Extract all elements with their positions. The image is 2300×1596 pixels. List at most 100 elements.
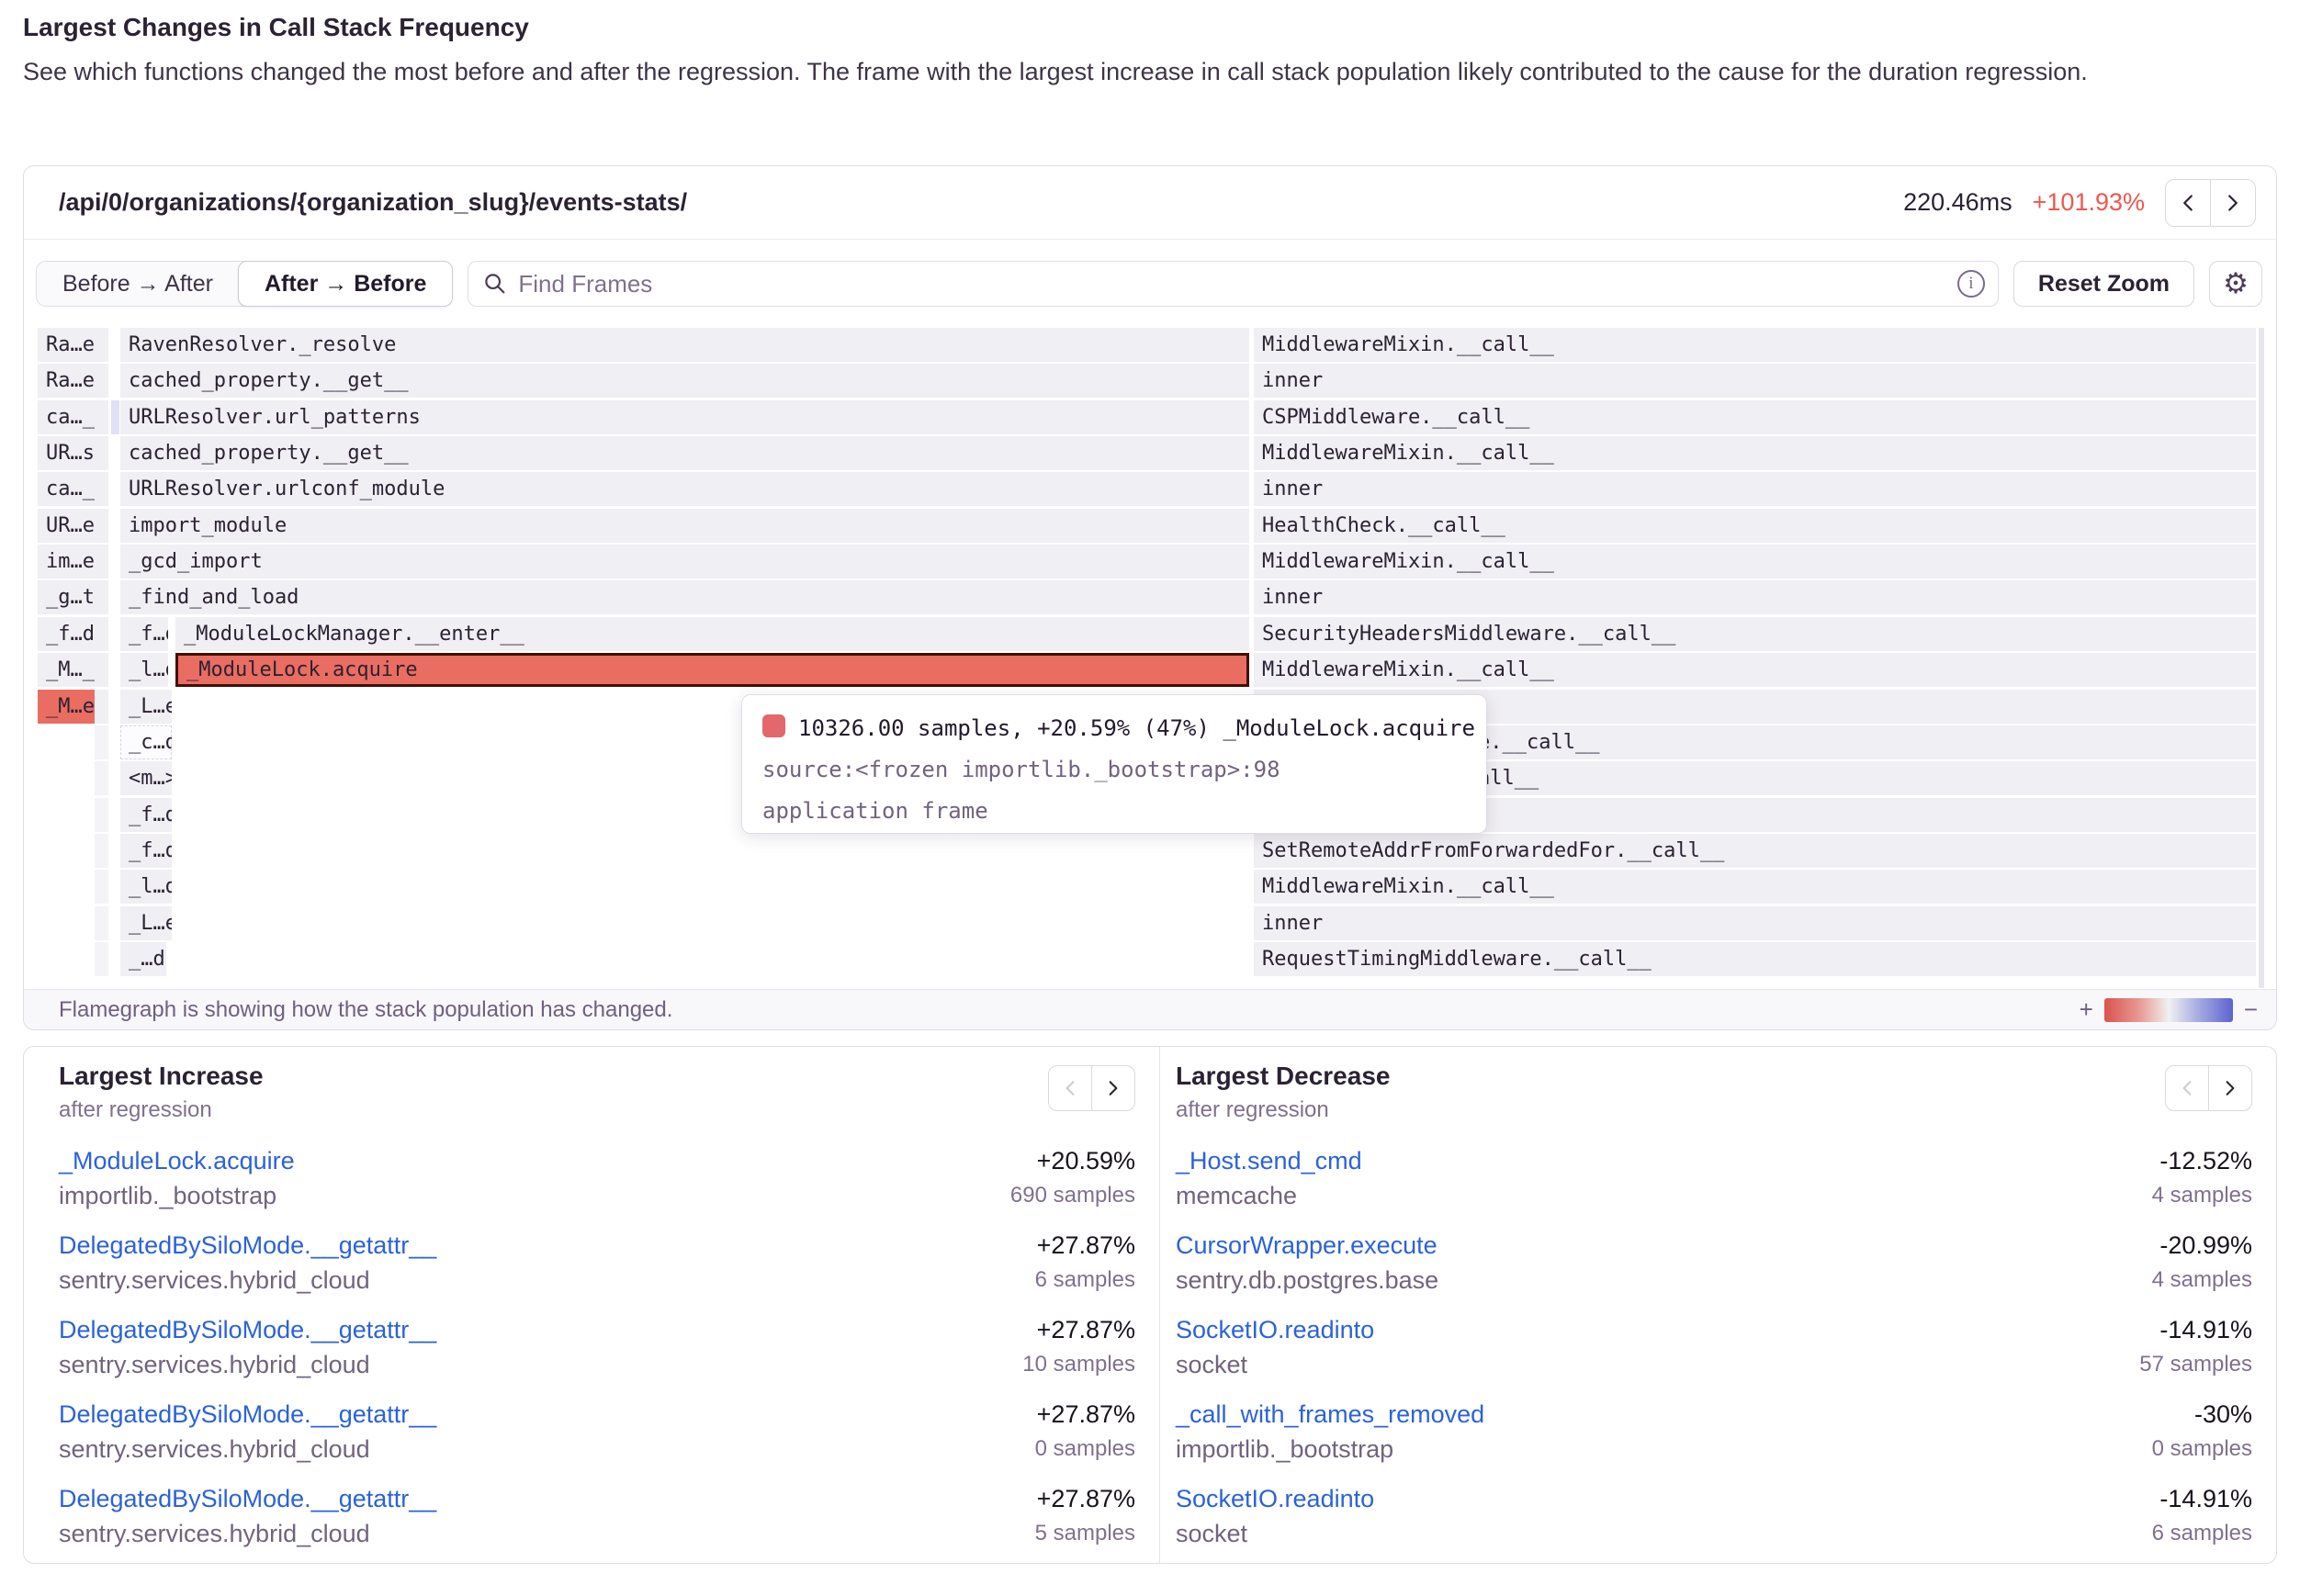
flame-frame[interactable]: _ModuleLock.acquire <box>175 653 1249 687</box>
page-description: See which functions changed the most bef… <box>23 53 2191 91</box>
increase-pager <box>1048 1065 1135 1111</box>
tooltip-frame-type: application frame <box>762 791 1466 832</box>
flame-frame[interactable]: SecurityHeadersMiddleware.__call__ <box>1254 617 2256 651</box>
flame-frame[interactable] <box>95 942 108 976</box>
function-link[interactable]: _Host.send_cmd <box>1176 1147 1362 1175</box>
gear-icon[interactable]: ⚙ <box>2209 261 2262 307</box>
flame-frame[interactable]: _…d <box>120 942 166 976</box>
flame-frame[interactable] <box>95 436 108 470</box>
flame-frame[interactable]: inner <box>1254 472 2256 506</box>
flame-frame[interactable] <box>95 545 108 579</box>
flame-frame[interactable] <box>95 725 108 759</box>
flame-frame[interactable] <box>111 400 119 434</box>
reset-zoom-button[interactable]: Reset Zoom <box>2013 261 2194 307</box>
flame-frame[interactable]: URLResolver.url_patterns <box>120 400 1249 434</box>
flame-frame[interactable]: MiddlewareMixin.__call__ <box>1254 653 2256 687</box>
flame-frame[interactable]: _g…t <box>38 580 95 614</box>
flame-frame[interactable]: _l…d <box>120 870 172 904</box>
function-change-item: _ModuleLock.acquireimportlib._bootstrap+… <box>59 1147 1135 1210</box>
toggle-after-before[interactable]: After → Before <box>238 261 453 307</box>
flame-frame[interactable]: _f…d <box>38 617 95 651</box>
flamegraph-viewport[interactable]: RequestTimingMiddleware.__call__ _…d inner… <box>25 328 2275 988</box>
flame-frame[interactable] <box>95 653 108 687</box>
function-module: importlib._bootstrap <box>1176 1435 1484 1464</box>
flame-frame[interactable]: _l…d <box>120 653 168 687</box>
function-link[interactable]: DelegatedBySiloMode.__getattr__ <box>59 1485 436 1513</box>
flame-frame[interactable]: cached_property.__get__ <box>120 364 1249 398</box>
function-link[interactable]: SocketIO.readinto <box>1176 1316 1374 1344</box>
find-frames-input[interactable] <box>518 270 1946 298</box>
next-profile-button[interactable] <box>2210 179 2256 227</box>
flame-frame[interactable]: MiddlewareMixin.__call__ <box>1254 545 2256 579</box>
flame-frame[interactable]: MiddlewareMixin.__call__ <box>1254 870 2256 904</box>
flame-frame[interactable]: ca…_ <box>38 400 95 434</box>
flame-frame[interactable]: _L…e <box>120 906 172 940</box>
flame-frame[interactable] <box>95 834 108 868</box>
toggle-before-after[interactable]: Before → After <box>37 261 239 307</box>
flame-frame[interactable]: CSPMiddleware.__call__ <box>1254 400 2256 434</box>
function-link[interactable]: DelegatedBySiloMode.__getattr__ <box>59 1231 436 1260</box>
flame-frame[interactable] <box>95 364 108 398</box>
function-link[interactable]: CursorWrapper.execute <box>1176 1231 1438 1260</box>
regression-percent: +101.93% <box>2033 188 2145 217</box>
flame-frame[interactable] <box>95 328 108 362</box>
flame-frame[interactable]: _gcd_import <box>120 545 1249 579</box>
flamegraph-scrollbar[interactable] <box>2259 328 2264 988</box>
largest-decrease-section: Largest Decrease after regression _Host.… <box>1159 1047 2276 1563</box>
flame-frame[interactable]: UR…s <box>38 436 95 470</box>
flame-frame[interactable]: MiddlewareMixin.__call__ <box>1254 436 2256 470</box>
flame-frame[interactable]: RavenResolver._resolve <box>120 328 1249 362</box>
flame-frame[interactable]: <m…> <box>120 761 172 795</box>
flame-frame[interactable] <box>95 690 108 724</box>
flame-frame[interactable] <box>95 509 108 543</box>
decrease-subtitle: after regression <box>1176 1097 1390 1123</box>
flame-frame[interactable]: ca…_ <box>38 472 95 506</box>
increase-prev-button[interactable] <box>1048 1065 1092 1111</box>
flame-frame[interactable] <box>95 617 108 651</box>
flame-frame[interactable]: inner <box>1254 906 2256 940</box>
flame-frame[interactable]: SetRemoteAddrFromForwardedFor.__call__ <box>1254 834 2256 868</box>
flame-frame[interactable]: cached_property.__get__ <box>120 436 1249 470</box>
flame-frame[interactable]: Ra…e <box>38 364 95 398</box>
flame-frame[interactable] <box>95 472 108 506</box>
function-link[interactable]: SocketIO.readinto <box>1176 1485 1374 1513</box>
flame-frame[interactable]: _f…d <box>120 834 172 868</box>
increase-next-button[interactable] <box>1091 1065 1135 1111</box>
prev-profile-button[interactable] <box>2165 179 2211 227</box>
flame-frame[interactable] <box>95 580 108 614</box>
find-frames-searchbar: i <box>468 261 1999 307</box>
flame-frame[interactable]: HealthCheck.__call__ <box>1254 509 2256 543</box>
flame-frame[interactable] <box>95 870 108 904</box>
frame-tooltip: 10326.00 samples, +20.59% (47%) _ModuleL… <box>741 694 1487 834</box>
flame-frame[interactable]: _M…_ <box>38 653 95 687</box>
flame-frame[interactable]: inner <box>1254 364 2256 398</box>
flame-frame[interactable]: im…e <box>38 545 95 579</box>
flame-frame[interactable]: URLResolver.urlconf_module <box>120 472 1249 506</box>
flame-frame[interactable]: _f…d <box>120 617 168 651</box>
flame-frame[interactable]: _M…e <box>38 690 95 724</box>
flame-frame[interactable]: _c…d <box>120 725 172 759</box>
flame-frame[interactable]: Ra…e <box>38 328 95 362</box>
flame-frame[interactable] <box>95 400 108 434</box>
function-link[interactable]: DelegatedBySiloMode.__getattr__ <box>59 1316 436 1344</box>
info-icon[interactable]: i <box>1957 270 1985 298</box>
function-link[interactable]: DelegatedBySiloMode.__getattr__ <box>59 1400 436 1429</box>
flame-frame[interactable] <box>95 761 108 795</box>
flame-frame[interactable]: _ModuleLockManager.__enter__ <box>175 617 1249 651</box>
function-link[interactable]: _ModuleLock.acquire <box>59 1147 295 1175</box>
flame-frame[interactable]: UR…e <box>38 509 95 543</box>
flame-frame[interactable]: inner <box>1254 580 2256 614</box>
flame-frame[interactable]: _find_and_load <box>120 580 1249 614</box>
flame-frame[interactable]: import_module <box>120 509 1249 543</box>
function-module: sentry.services.hybrid_cloud <box>59 1266 436 1295</box>
decrease-next-button[interactable] <box>2208 1065 2252 1111</box>
flame-frame[interactable] <box>95 798 108 832</box>
flame-frame[interactable]: RequestTimingMiddleware.__call__ <box>1254 942 2256 976</box>
function-link[interactable]: _call_with_frames_removed <box>1176 1400 1484 1429</box>
flamegraph-panel: /api/0/organizations/{organization_slug}… <box>23 165 2277 1030</box>
flame-frame[interactable]: _f…d <box>120 798 172 832</box>
flame-frame[interactable] <box>95 906 108 940</box>
decrease-prev-button[interactable] <box>2165 1065 2209 1111</box>
flame-frame[interactable]: _L…e <box>120 690 172 724</box>
flame-frame[interactable]: MiddlewareMixin.__call__ <box>1254 328 2256 362</box>
